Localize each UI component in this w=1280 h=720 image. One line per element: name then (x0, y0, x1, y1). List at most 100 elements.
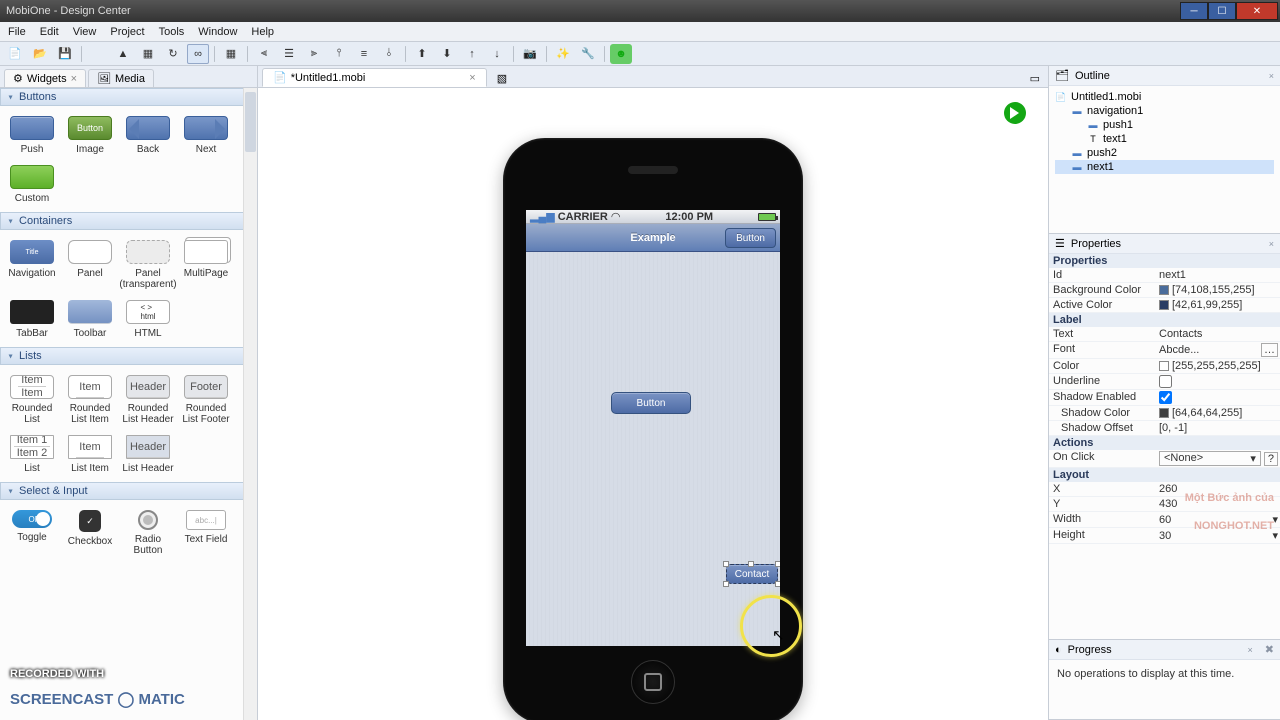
widget-custom[interactable]: Custom (4, 161, 60, 208)
prop-onclick[interactable]: On Click<None>▾? (1049, 450, 1280, 468)
apple-icon[interactable] (87, 44, 109, 64)
cancel-all-icon[interactable]: ✖ (1265, 643, 1274, 656)
prop-font[interactable]: FontAbcde...… (1049, 342, 1280, 359)
category-lists[interactable]: Lists (0, 347, 244, 365)
menu-tools[interactable]: Tools (159, 26, 185, 38)
close-icon[interactable]: × (1248, 645, 1253, 655)
close-icon[interactable]: × (1269, 239, 1274, 249)
prop-x[interactable]: X260 (1049, 482, 1280, 497)
forward-button[interactable]: ↑ (461, 44, 483, 64)
scrollbar[interactable] (243, 88, 257, 720)
new-button[interactable]: 📄 (4, 44, 26, 64)
category-containers[interactable]: Containers (0, 212, 244, 230)
help-button[interactable]: ? (1264, 452, 1278, 466)
prop-height[interactable]: Height30▾ (1049, 528, 1280, 544)
backward-button[interactable]: ↓ (486, 44, 508, 64)
orientation-button[interactable]: ↻ (162, 44, 184, 64)
browse-button[interactable]: … (1261, 343, 1278, 357)
link-button[interactable]: ∞ (187, 44, 209, 64)
category-select-input[interactable]: Select & Input (0, 482, 244, 500)
widget-list-header[interactable]: HeaderList Header (120, 431, 176, 478)
widget-back[interactable]: Back (120, 112, 176, 159)
widget-radio[interactable]: Radio Button (120, 506, 176, 560)
design-canvas[interactable]: ▂▄▆CARRIER◠ 12:00 PM Example Button Butt… (258, 88, 1048, 720)
menu-window[interactable]: Window (198, 26, 237, 38)
selection-handle[interactable] (723, 561, 729, 567)
close-icon[interactable]: × (469, 72, 475, 84)
nav-next-button[interactable]: Button (725, 228, 776, 248)
tab-media[interactable]: 🖼 Media (88, 69, 154, 87)
align-bottom-button[interactable]: ⫰ (378, 44, 400, 64)
device-icon[interactable]: ▦ (137, 44, 159, 64)
menu-view[interactable]: View (73, 26, 97, 38)
align-middle-button[interactable]: ≡ (353, 44, 375, 64)
prop-bg-color[interactable]: Background Color[74,108,155,255] (1049, 283, 1280, 298)
tree-navigation[interactable]: ▬navigation1 (1055, 104, 1274, 118)
prop-width[interactable]: Width60▾ (1049, 512, 1280, 528)
widget-checkbox[interactable]: ✓Checkbox (62, 506, 118, 560)
prop-shadow-offset[interactable]: Shadow Offset[0, -1] (1049, 421, 1280, 436)
wrench-button[interactable]: 🔧 (577, 44, 599, 64)
onclick-dropdown[interactable]: <None>▾ (1159, 451, 1261, 466)
align-top-button[interactable]: ⫯ (328, 44, 350, 64)
dropdown-icon[interactable]: ▾ (1272, 529, 1278, 542)
canvas-button-contact-selected[interactable]: Contact (726, 564, 778, 584)
screen-body[interactable]: Button Contact (526, 252, 780, 646)
save-button[interactable]: 💾 (54, 44, 76, 64)
android-icon[interactable]: ▲ (112, 44, 134, 64)
tree-push2[interactable]: ▬push2 (1055, 146, 1274, 160)
front-button[interactable]: ⬆ (411, 44, 433, 64)
close-button[interactable]: ✕ (1236, 2, 1278, 20)
widget-panel-transparent[interactable]: Panel (transparent) (120, 236, 176, 294)
prop-id[interactable]: Idnext1 (1049, 268, 1280, 283)
widget-list[interactable]: Item 1Item 2List (4, 431, 60, 478)
prop-shadow-color[interactable]: Shadow Color[64,64,64,255] (1049, 406, 1280, 421)
wand-button[interactable]: ✨ (552, 44, 574, 64)
align-center-button[interactable]: ☰ (278, 44, 300, 64)
minimize-button[interactable]: ─ (1180, 2, 1208, 20)
widget-rounded-list-item[interactable]: ItemRounded List Item (62, 371, 118, 429)
tree-next1-selected[interactable]: ▬next1 (1055, 160, 1274, 174)
open-button[interactable]: 📂 (29, 44, 51, 64)
tree-text1[interactable]: Ttext1 (1055, 132, 1274, 146)
run-button[interactable] (1004, 102, 1026, 124)
menu-help[interactable]: Help (251, 26, 274, 38)
tree-push1[interactable]: ▬push1 (1055, 118, 1274, 132)
underline-checkbox[interactable] (1159, 375, 1172, 388)
widget-tabbar[interactable]: TabBar (4, 296, 60, 343)
align-right-button[interactable]: ⫸ (303, 44, 325, 64)
menu-file[interactable]: File (8, 26, 26, 38)
editor-tab[interactable]: 📄 *Untitled1.mobi × (262, 68, 487, 87)
maximize-button[interactable]: ☐ (1208, 2, 1236, 20)
phone-screen[interactable]: ▂▄▆CARRIER◠ 12:00 PM Example Button Butt… (526, 210, 780, 646)
close-icon[interactable]: × (71, 73, 77, 85)
prop-color[interactable]: Color[255,255,255,255] (1049, 359, 1280, 374)
widget-push[interactable]: Push (4, 112, 60, 159)
home-button[interactable] (631, 660, 675, 704)
widget-rounded-list-header[interactable]: HeaderRounded List Header (120, 371, 176, 429)
selection-handle[interactable] (775, 561, 780, 567)
feedback-button[interactable]: ☻ (610, 44, 632, 64)
camera-button[interactable]: 📷 (519, 44, 541, 64)
minimize-panel-button[interactable]: ▭ (1026, 70, 1044, 87)
widget-next[interactable]: Next (178, 112, 234, 159)
widget-multipage[interactable]: MultiPage (178, 236, 234, 294)
widget-textfield[interactable]: abc...|Text Field (178, 506, 234, 560)
dropdown-icon[interactable]: ▾ (1272, 513, 1278, 526)
grid-button[interactable]: ▦ (220, 44, 242, 64)
align-left-button[interactable]: ⫷ (253, 44, 275, 64)
widget-rounded-list[interactable]: ItemItemRounded List (4, 371, 60, 429)
back-button[interactable]: ⬇ (436, 44, 458, 64)
category-buttons[interactable]: Buttons (0, 88, 244, 106)
prop-underline[interactable]: Underline (1049, 374, 1280, 390)
prop-active-color[interactable]: Active Color[42,61,99,255] (1049, 298, 1280, 313)
prop-y[interactable]: Y430 (1049, 497, 1280, 512)
shadow-checkbox[interactable] (1159, 391, 1172, 404)
canvas-button-center[interactable]: Button (611, 392, 691, 414)
selection-handle[interactable] (723, 581, 729, 587)
menu-project[interactable]: Project (110, 26, 144, 38)
widget-toolbar[interactable]: Toolbar (62, 296, 118, 343)
widget-navigation[interactable]: TitleNavigation (4, 236, 60, 294)
widget-toggle[interactable]: ONToggle (4, 506, 60, 560)
tab-widgets[interactable]: ⚙ Widgets × (4, 69, 86, 87)
